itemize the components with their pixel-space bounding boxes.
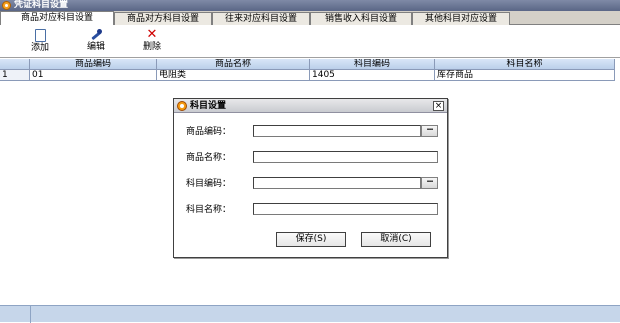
add-button-label: 添加 <box>30 43 49 53</box>
tab-product-account[interactable]: 商品对应科目设置 <box>0 11 114 25</box>
grid-header: 商品编码 商品名称 科目编码 科目名称 <box>0 59 615 70</box>
dialog-title: 科目设置 <box>190 101 227 111</box>
account-code-label: 科目编码： <box>186 179 232 189</box>
table-row[interactable]: 1 01 电阻类 1405 库存商品 <box>0 70 615 81</box>
cancel-button[interactable]: 取消(C) <box>361 232 431 247</box>
tab-product-counter-account[interactable]: 商品对方科目设置 <box>114 12 212 25</box>
tab-contact-account[interactable]: 往来对应科目设置 <box>212 12 310 25</box>
new-document-icon <box>34 29 46 42</box>
tab-strip: 商品对应科目设置 商品对方科目设置 往来对应科目设置 销售收入科目设置 其他科目… <box>0 11 620 25</box>
row-index-cell: 1 <box>0 70 30 81</box>
column-header-account-code[interactable]: 科目编码 <box>310 59 435 70</box>
delete-button[interactable]: ✕ 删除 <box>134 27 170 55</box>
product-name-row: 商品名称： <box>174 151 447 165</box>
product-code-input[interactable] <box>253 125 421 137</box>
toolbar: 添加 编辑 ✕ 删除 <box>0 25 620 58</box>
product-code-lookup-button[interactable]: ··· <box>421 125 438 137</box>
product-name-input[interactable] <box>253 151 438 163</box>
product-code-label: 商品编码： <box>186 127 232 137</box>
product-code-cell[interactable]: 01 <box>30 70 157 81</box>
column-header-product-code[interactable]: 商品编码 <box>30 59 157 70</box>
add-button[interactable]: 添加 <box>22 27 58 55</box>
tab-sales-income-account[interactable]: 销售收入科目设置 <box>310 12 412 25</box>
dialog-title-bar[interactable]: 科目设置 × <box>174 99 447 113</box>
edit-pen-icon <box>89 29 103 41</box>
product-code-row: 商品编码： ··· <box>174 125 447 139</box>
app-logo-icon <box>2 1 11 10</box>
delete-x-icon: ✕ <box>146 27 158 42</box>
account-code-cell[interactable]: 1405 <box>310 70 435 81</box>
save-button[interactable]: 保存(S) <box>276 232 346 247</box>
edit-button[interactable]: 编辑 <box>78 27 114 55</box>
close-icon[interactable]: × <box>433 101 444 111</box>
edit-button-label: 编辑 <box>86 42 105 52</box>
account-code-lookup-button[interactable]: ··· <box>421 177 438 189</box>
product-name-cell[interactable]: 电阻类 <box>157 70 310 81</box>
app-title: 凭证科目设置 <box>14 0 69 10</box>
column-header-account-name[interactable]: 科目名称 <box>435 59 615 70</box>
account-settings-dialog: 科目设置 × 商品编码： ··· 商品名称： 科目编码： ··· 科目名称： 保… <box>173 98 448 258</box>
account-name-input[interactable] <box>253 203 438 215</box>
dialog-logo-icon <box>177 101 187 111</box>
account-name-row: 科目名称： <box>174 203 447 217</box>
column-header-index <box>0 59 30 70</box>
delete-button-label: 删除 <box>142 42 161 52</box>
tab-other-account[interactable]: 其他科目对应设置 <box>412 12 510 25</box>
status-bar <box>0 305 620 323</box>
account-name-cell[interactable]: 库存商品 <box>435 70 615 81</box>
app-title-bar: 凭证科目设置 <box>0 0 620 11</box>
status-bar-divider <box>30 306 31 323</box>
account-code-row: 科目编码： ··· <box>174 177 447 191</box>
account-code-input[interactable] <box>253 177 421 189</box>
product-name-label: 商品名称： <box>186 153 232 163</box>
column-header-product-name[interactable]: 商品名称 <box>157 59 310 70</box>
account-name-label: 科目名称： <box>186 205 232 215</box>
